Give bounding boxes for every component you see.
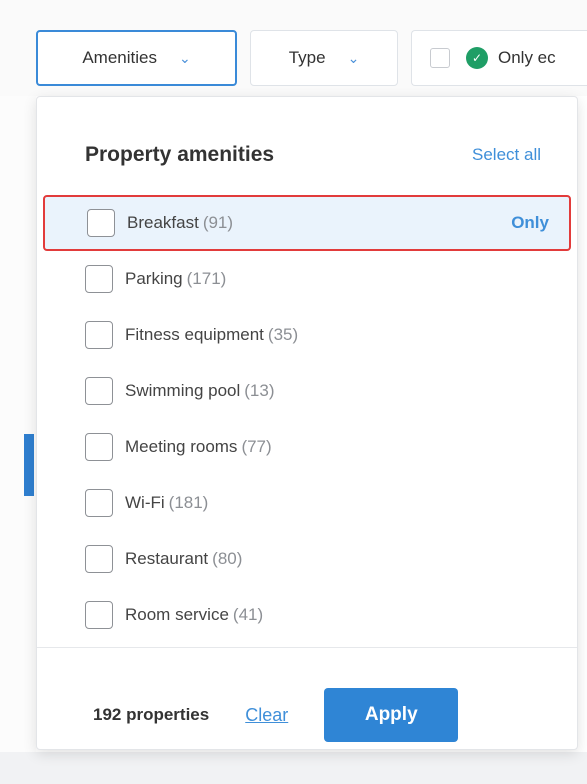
only-eco-filter[interactable]: ✓ Only ec: [411, 30, 587, 86]
property-count: 192 properties: [93, 705, 210, 724]
chevron-down-icon: ⌄: [347, 49, 360, 66]
amenity-label: Room service: [125, 605, 229, 624]
panel-divider: [37, 647, 577, 648]
panel-header: Property amenities Select all: [85, 143, 541, 167]
amenity-label: Swimming pool: [125, 381, 241, 400]
amenity-option-room-service[interactable]: Room service (41): [37, 587, 577, 643]
amenity-option-parking[interactable]: Parking (171): [37, 251, 577, 307]
amenity-label: Wi-Fi: [125, 493, 165, 512]
amenity-checkbox[interactable]: [85, 545, 113, 573]
amenity-checkbox[interactable]: [85, 377, 113, 405]
amenity-option-fitness-equipment[interactable]: Fitness equipment (35): [37, 307, 577, 363]
amenity-count: (91): [202, 213, 234, 232]
type-filter-label: Type: [288, 48, 326, 67]
chevron-down-icon: ⌄: [178, 49, 191, 66]
select-all-link[interactable]: Select all: [472, 145, 541, 165]
amenity-checkbox[interactable]: [85, 601, 113, 629]
background-accent-strip: [24, 434, 34, 496]
amenity-options-list: Breakfast (91) Only Parking (171) Fitnes…: [37, 195, 577, 643]
amenity-label: Meeting rooms: [125, 437, 238, 456]
amenity-count: (35): [267, 325, 299, 344]
amenities-filter-label: Amenities: [82, 48, 157, 67]
amenity-option-restaurant[interactable]: Restaurant (80): [37, 531, 577, 587]
apply-button[interactable]: Apply: [324, 688, 459, 742]
amenity-checkbox[interactable]: [85, 321, 113, 349]
amenity-option-breakfast[interactable]: Breakfast (91) Only: [43, 195, 571, 251]
amenity-count: (41): [232, 605, 264, 624]
amenity-option-swimming-pool[interactable]: Swimming pool (13): [37, 363, 577, 419]
only-eco-label: Only ec: [498, 48, 556, 67]
background-page-bottom: [0, 752, 587, 784]
panel-footer: 192 properties Clear Apply: [93, 687, 521, 743]
amenity-label: Restaurant: [125, 549, 209, 568]
amenity-checkbox[interactable]: [85, 433, 113, 461]
eco-leaf-icon: ✓: [466, 47, 488, 69]
amenity-count: (171): [186, 269, 227, 288]
amenity-count: (13): [244, 381, 275, 400]
type-filter-button[interactable]: Type ⌄: [250, 30, 398, 86]
only-eco-checkbox[interactable]: [430, 48, 450, 68]
amenity-count: (181): [168, 493, 209, 512]
amenity-checkbox[interactable]: [87, 209, 115, 237]
amenity-checkbox[interactable]: [85, 489, 113, 517]
amenity-option-meeting-rooms[interactable]: Meeting rooms (77): [37, 419, 577, 475]
only-link[interactable]: Only: [511, 213, 549, 233]
page: Amenities ⌄ Type ⌄ ✓ Only ec Property am…: [0, 0, 587, 784]
amenities-filter-button[interactable]: Amenities ⌄: [36, 30, 237, 86]
amenity-count: (77): [241, 437, 272, 456]
amenity-count: (80): [212, 549, 243, 568]
clear-link[interactable]: Clear: [245, 705, 288, 726]
amenity-label: Parking: [125, 269, 183, 288]
panel-title: Property amenities: [85, 143, 275, 166]
filter-bar: Amenities ⌄ Type ⌄ ✓ Only ec: [0, 0, 587, 96]
amenity-label: Fitness equipment: [125, 325, 264, 344]
amenity-label: Breakfast: [127, 213, 199, 232]
amenity-checkbox[interactable]: [85, 265, 113, 293]
amenities-dropdown-panel: Property amenities Select all Breakfast …: [36, 96, 578, 750]
amenity-option-wi-fi[interactable]: Wi-Fi (181): [37, 475, 577, 531]
